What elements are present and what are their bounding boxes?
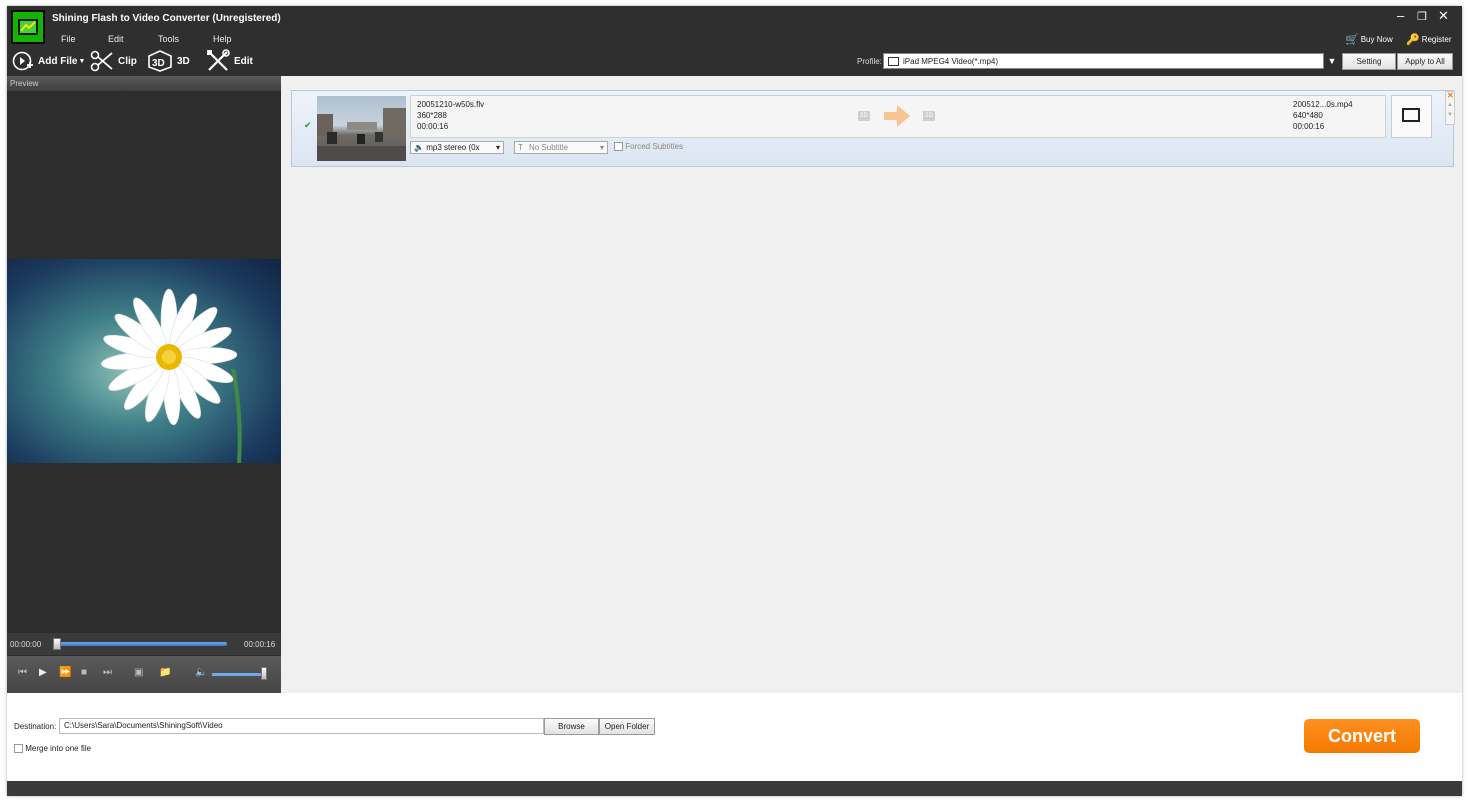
window-title: Shining Flash to Video Converter (Unregi… xyxy=(52,13,281,24)
3d-label: 3D xyxy=(177,55,190,67)
add-file-label: Add File xyxy=(38,55,78,67)
seek-bar: 00:00:00 00:00:16 xyxy=(7,633,281,655)
merge-label: Merge into one file xyxy=(25,744,92,753)
move-down-icon[interactable]: ▼ xyxy=(1447,112,1453,118)
minimize-button[interactable]: – xyxy=(1397,8,1404,23)
volume-handle[interactable] xyxy=(261,667,267,680)
profile-label: Profile: xyxy=(857,57,882,66)
seek-handle[interactable] xyxy=(53,638,61,650)
setting-button[interactable]: Setting xyxy=(1342,53,1396,70)
tablet-icon xyxy=(888,56,899,66)
remove-icon[interactable]: ✕ xyxy=(1447,91,1454,100)
checkbox-checked-icon[interactable]: ✔ xyxy=(304,120,312,131)
time-current: 00:00:00 xyxy=(10,640,42,649)
dropdown-arrow-icon: ▼ xyxy=(78,57,86,65)
dropdown-arrow-icon: ▾ xyxy=(495,143,500,152)
app-window: Shining Flash to Video Converter (Unregi… xyxy=(7,6,1462,796)
buy-now-link[interactable]: 🛒 Buy Now xyxy=(1345,33,1393,46)
2d-output-badge: 2D xyxy=(923,111,935,121)
fast-forward-icon[interactable]: ⏩ xyxy=(59,667,71,678)
profile-dropdown-arrow-icon[interactable]: ▼ xyxy=(1325,53,1339,69)
close-button[interactable]: ✕ xyxy=(1438,8,1449,24)
forced-subtitles-label: Forced Subtitles xyxy=(625,142,684,151)
subtitle-select[interactable]: T No Subtitle ▾ xyxy=(514,141,608,154)
menu-tools[interactable]: Tools xyxy=(158,34,179,44)
profile-select[interactable]: iPad MPEG4 Video(*.mp4) xyxy=(883,53,1324,69)
preview-panel: Preview 00:00:00 00:00:16 ⏮ ▶ ⏩ ■ ⏭ ▣ 📁 … xyxy=(7,76,281,693)
3d-cube-icon: 3D xyxy=(148,50,172,72)
output-resolution: 640*480 xyxy=(1293,111,1323,120)
bottom-panel: Destination: C:\Users\Sara\Documents\Shi… xyxy=(7,693,1462,781)
preview-header: Preview xyxy=(7,76,281,91)
audio-track-value: mp3 stereo (0x xyxy=(426,143,480,152)
file-list: ✔ 20051210-w50s.flv 360*288 00:00:16 2D xyxy=(287,82,1461,693)
title-toolbar: Shining Flash to Video Converter (Unregi… xyxy=(7,6,1462,76)
destination-label: Destination: xyxy=(14,722,57,731)
stop-icon[interactable]: ■ xyxy=(81,667,87,678)
merge-option[interactable]: Merge into one file xyxy=(14,744,92,754)
subtitle-value: No Subtitle xyxy=(528,143,569,152)
status-bar xyxy=(7,781,1462,796)
source-resolution: 360*288 xyxy=(417,111,447,120)
skip-back-icon[interactable]: ⏮ xyxy=(18,667,27,678)
output-filename: 200512...0s.mp4 xyxy=(1293,100,1353,109)
menu-edit[interactable]: Edit xyxy=(108,34,124,44)
text-icon: T xyxy=(518,143,523,152)
menu-file[interactable]: File xyxy=(61,34,76,44)
volume-track[interactable] xyxy=(212,673,264,676)
arrow-right-icon xyxy=(884,105,910,127)
app-logo-icon xyxy=(11,10,45,44)
source-filename: 20051210-w50s.flv xyxy=(417,100,485,109)
dropdown-arrow-icon: ▾ xyxy=(599,143,604,152)
destination-input[interactable]: C:\Users\Sara\Documents\ShiningSoft\Vide… xyxy=(59,718,544,734)
move-up-icon[interactable]: ▲ xyxy=(1447,102,1453,108)
svg-text:3D: 3D xyxy=(152,58,165,69)
daisy-image xyxy=(101,288,242,463)
apply-to-all-button[interactable]: Apply to All xyxy=(1397,53,1453,70)
speaker-icon: 🔈 xyxy=(414,143,424,152)
buy-now-label: Buy Now xyxy=(1360,35,1393,44)
tools-icon xyxy=(207,49,230,71)
clip-label: Clip xyxy=(118,55,137,67)
video-thumbnail xyxy=(317,96,406,161)
add-file-icon xyxy=(12,51,33,71)
tablet-icon xyxy=(1402,108,1420,122)
2d-input-badge: 2D xyxy=(858,111,870,121)
seek-track[interactable] xyxy=(59,642,227,646)
source-duration: 00:00:16 xyxy=(417,122,449,131)
scissors-icon xyxy=(90,50,113,72)
register-link[interactable]: 🔑 Register xyxy=(1406,33,1452,46)
3d-button[interactable]: 3D 3D xyxy=(147,50,190,72)
preview-video xyxy=(7,259,281,463)
audio-track-select[interactable]: 🔈 mp3 stereo (0x ▾ xyxy=(410,141,504,154)
key-icon: 🔑 xyxy=(1406,34,1420,46)
skip-end-icon[interactable]: ⏭ xyxy=(103,667,112,678)
forced-subtitles-checkbox[interactable] xyxy=(614,142,623,152)
open-folder-button[interactable]: Open Folder xyxy=(599,718,655,735)
snapshot-icon[interactable]: ▣ xyxy=(134,667,143,678)
edit-label: Edit xyxy=(234,55,253,67)
item-side-controls: ✕ ▲ ▼ xyxy=(1445,91,1455,125)
convert-button[interactable]: Convert xyxy=(1304,719,1420,753)
play-icon[interactable]: ▶ xyxy=(39,667,47,678)
file-item[interactable]: ✔ 20051210-w50s.flv 360*288 00:00:16 2D xyxy=(291,90,1454,167)
file-info: 20051210-w50s.flv 360*288 00:00:16 2D 2D… xyxy=(410,95,1386,138)
volume-icon[interactable]: 🔈 xyxy=(195,667,207,678)
forced-subtitles-option[interactable]: Forced Subtitles xyxy=(614,142,684,152)
merge-checkbox[interactable] xyxy=(14,744,23,754)
output-duration: 00:00:16 xyxy=(1293,122,1325,131)
cart-icon: 🛒 xyxy=(1345,34,1359,46)
time-total: 00:00:16 xyxy=(244,640,276,649)
playback-controls: ⏮ ▶ ⏩ ■ ⏭ ▣ 📁 🔈 xyxy=(7,656,281,693)
menu-help[interactable]: Help xyxy=(213,34,232,44)
output-device-button[interactable] xyxy=(1391,95,1432,138)
browse-button[interactable]: Browse xyxy=(544,718,599,735)
edit-button[interactable]: Edit xyxy=(206,49,253,72)
add-file-button[interactable]: Add File ▼ xyxy=(12,50,85,72)
restore-button[interactable]: ❐ xyxy=(1417,10,1427,23)
register-label: Register xyxy=(1421,35,1452,44)
clip-button[interactable]: Clip xyxy=(90,50,137,72)
profile-value: iPad MPEG4 Video(*.mp4) xyxy=(903,56,999,66)
folder-icon[interactable]: 📁 xyxy=(159,667,171,678)
